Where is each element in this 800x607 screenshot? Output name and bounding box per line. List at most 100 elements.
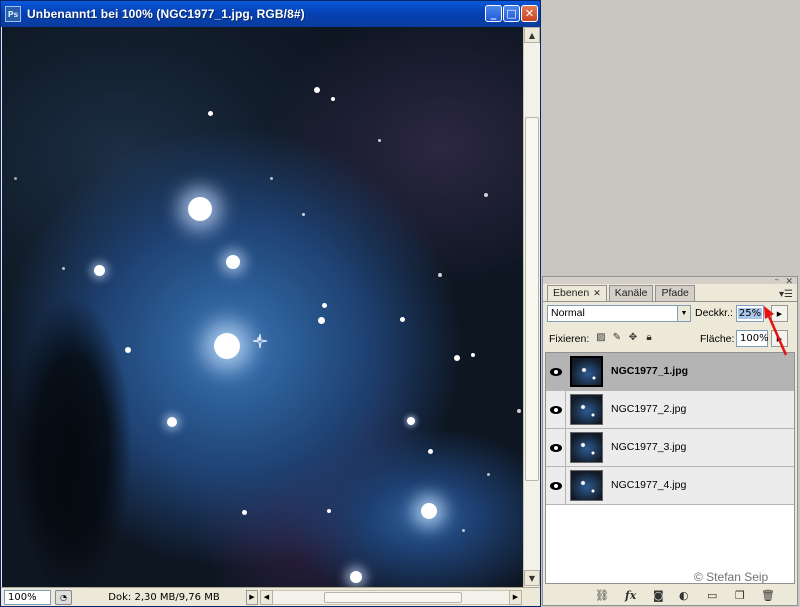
maximize-button[interactable]: □ [503, 5, 520, 22]
tab-label: Kanäle [614, 287, 648, 299]
star [327, 509, 331, 513]
star [318, 317, 325, 324]
adjustment-icon[interactable]: ◐ [679, 589, 689, 602]
tab-close-icon[interactable]: ✕ [593, 288, 601, 298]
star [517, 409, 521, 413]
tab-kanaele[interactable]: Kanäle [608, 285, 654, 301]
layer-name: NGC1977_4.jpg [611, 479, 687, 491]
panel-close-icon[interactable]: ✕ [785, 277, 793, 287]
vertical-scroll-thumb[interactable] [525, 117, 539, 481]
layer-row[interactable]: NGC1977_3.jpg [546, 429, 794, 467]
panel-header[interactable] [543, 277, 797, 284]
visibility-toggle[interactable] [546, 467, 566, 504]
lock-label: Fixieren: [549, 333, 590, 345]
panel-toolbar: ⛓ fx ◙ ◐ ▭ ❐ 🗑︎ [543, 586, 797, 605]
tab-label: Pfade [661, 287, 689, 299]
panel-menu-icon[interactable]: ▾☰ [779, 289, 793, 300]
star [62, 267, 65, 270]
star [407, 417, 415, 425]
fx-icon[interactable]: fx [625, 589, 636, 602]
new-layer-icon[interactable]: ❐ [735, 589, 745, 602]
zoom-field[interactable]: 100% [4, 589, 51, 605]
star [314, 87, 320, 93]
scroll-left-button[interactable]: ◀ [260, 589, 273, 605]
opacity-label: Deckkr.: [695, 307, 733, 319]
star [471, 353, 475, 357]
panel-tabs: Ebenen ✕ Kanäle Pfade [547, 285, 697, 302]
scroll-up-button[interactable]: ▲ [524, 27, 540, 43]
chevron-down-icon[interactable]: ▼ [677, 305, 691, 322]
document-window: Ps Unbenannt1 bei 100% (NGC1977_1.jpg, R… [0, 0, 541, 607]
lock-all-icon[interactable]: 🔒︎ [643, 332, 655, 344]
scroll-down-button[interactable]: ▼ [524, 570, 540, 586]
star [487, 473, 490, 476]
star [14, 177, 17, 180]
title-bar[interactable]: Ps Unbenannt1 bei 100% (NGC1977_1.jpg, R… [1, 1, 540, 27]
layer-thumbnail [570, 432, 603, 463]
star [484, 193, 488, 197]
close-button[interactable]: ✕ [521, 5, 538, 22]
lock-position-move-icon[interactable]: ✥ [627, 332, 639, 344]
tab-pfade[interactable]: Pfade [655, 285, 695, 301]
layer-thumbnail [570, 356, 603, 387]
star [322, 303, 327, 308]
star [188, 197, 212, 221]
layer-row[interactable]: NGC1977_1.jpg [546, 353, 794, 391]
photoshop-app-icon: Ps [5, 6, 21, 22]
star [125, 347, 131, 353]
minimize-button[interactable]: _ [485, 5, 502, 22]
trash-icon[interactable]: 🗑︎ [761, 589, 775, 602]
divider [543, 301, 797, 302]
mask-icon[interactable]: ◙ [653, 589, 664, 602]
eye-icon [549, 481, 562, 490]
visibility-toggle[interactable] [546, 429, 566, 466]
blend-mode-select[interactable]: Normal ▼ [547, 305, 691, 322]
star [242, 510, 247, 515]
link-icon[interactable]: ⛓ [595, 589, 609, 602]
layer-thumbnail [570, 394, 603, 425]
eye-icon [549, 367, 562, 376]
copyright-watermark: © Stefan Seip [694, 570, 769, 584]
image-canvas[interactable] [2, 27, 523, 587]
horizontal-scrollbar[interactable]: ◀ ▶ [260, 589, 522, 605]
star [421, 503, 437, 519]
crosshair-cursor-icon [252, 333, 268, 349]
layer-row[interactable]: NGC1977_4.jpg [546, 467, 794, 505]
status-menu-arrow-icon[interactable]: ▶ [246, 589, 258, 605]
layer-name: NGC1977_2.jpg [611, 403, 687, 415]
tab-label: Ebenen [553, 287, 590, 299]
lock-transparency-icon[interactable]: ▨ [595, 332, 607, 344]
lock-pixels-brush-icon[interactable]: ✎ [611, 332, 623, 344]
star [378, 139, 381, 142]
horizontal-scroll-thumb[interactable] [324, 591, 462, 603]
star [302, 213, 305, 216]
eye-icon [549, 443, 562, 452]
layer-thumbnail [570, 470, 603, 501]
visibility-toggle[interactable] [546, 391, 566, 428]
annotation-arrow [764, 306, 788, 356]
window-title: Unbenannt1 bei 100% (NGC1977_1.jpg, RGB/… [27, 7, 305, 21]
vertical-scrollbar[interactable]: ▲ ▼ [523, 27, 540, 587]
eye-icon [549, 405, 562, 414]
document-size-info: Dok: 2,30 MB/9,76 MB [108, 591, 220, 603]
visibility-toggle[interactable] [546, 353, 566, 390]
folder-icon[interactable]: ▭ [707, 589, 717, 602]
scroll-right-button[interactable]: ▶ [509, 589, 522, 605]
layer-row[interactable]: NGC1977_2.jpg [546, 391, 794, 429]
star [462, 529, 465, 532]
star [167, 417, 177, 427]
tab-ebenen[interactable]: Ebenen ✕ [547, 285, 607, 302]
star [350, 571, 362, 583]
star [438, 273, 442, 277]
opacity-value: 25% [737, 308, 763, 319]
star [214, 333, 240, 359]
star [270, 177, 273, 180]
star [400, 317, 405, 322]
star [454, 355, 460, 361]
fill-label: Fläche: [700, 333, 735, 345]
panel-minimize-icon[interactable]: – [775, 275, 780, 285]
zoom-options-icon[interactable]: ◔ [55, 589, 72, 605]
status-bar: 100% ◔ Dok: 2,30 MB/9,76 MB ▶ ◀ ▶ [1, 587, 540, 606]
layer-name: NGC1977_3.jpg [611, 441, 687, 453]
star [226, 255, 240, 269]
